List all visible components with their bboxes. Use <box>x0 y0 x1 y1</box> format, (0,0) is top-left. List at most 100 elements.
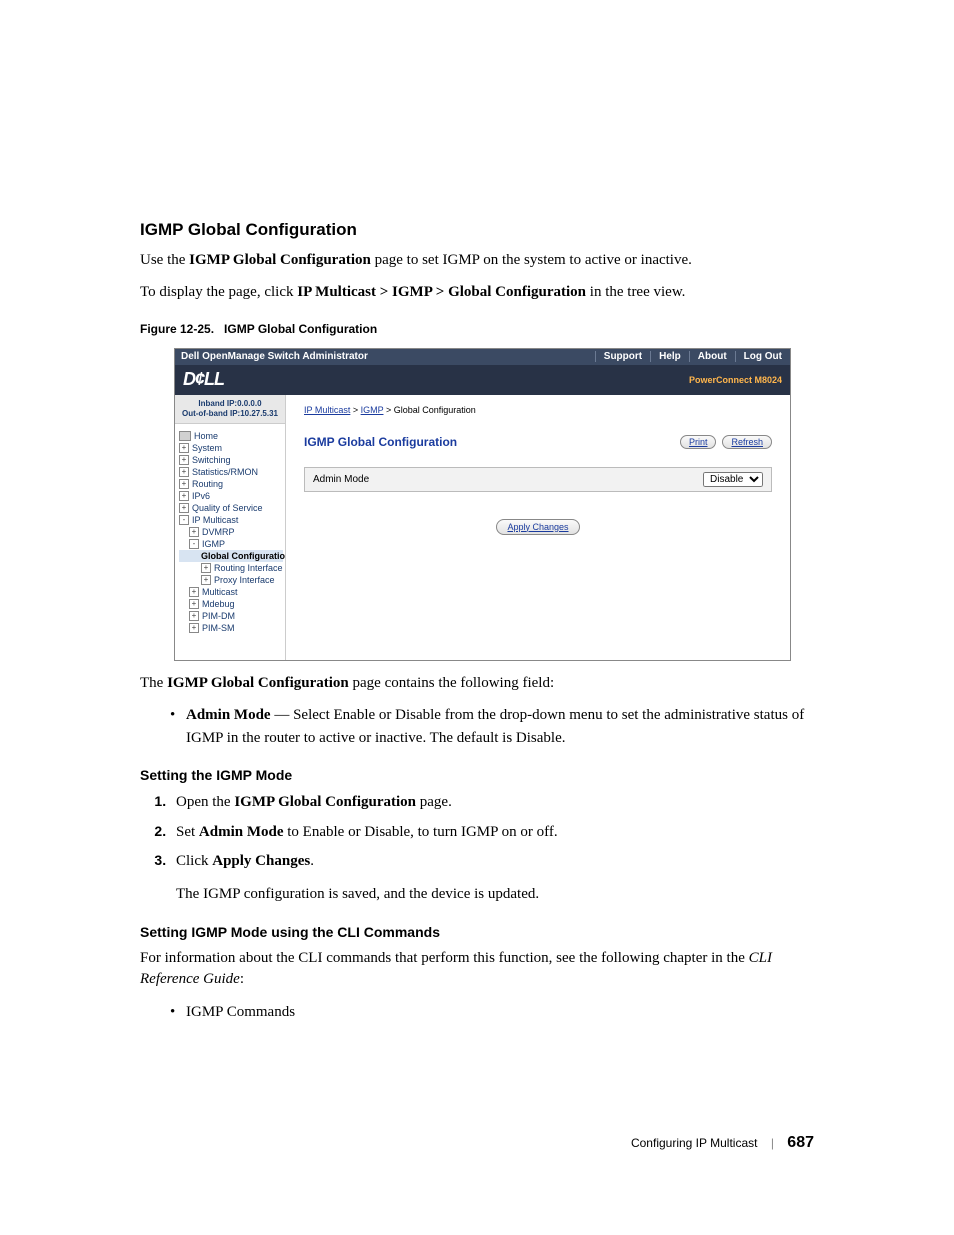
cli-bullet: IGMP Commands <box>170 1001 814 1024</box>
sidebar: Inband IP:0.0.0.0 Out-of-band IP:10.27.5… <box>175 395 286 660</box>
page-number: 687 <box>787 1134 814 1151</box>
t: page contains the following field: <box>349 675 554 691</box>
collapse-icon: - <box>179 515 189 525</box>
expand-icon: + <box>189 599 199 609</box>
lbl: Routing Interface <box>214 563 283 573</box>
t: to Enable or Disable, to turn IGMP on or… <box>284 824 558 840</box>
lbl: Proxy Interface <box>214 575 275 585</box>
tree-stats[interactable]: +Statistics/RMON <box>179 466 283 478</box>
app-titlebar: Dell OpenManage Switch Administrator Sup… <box>175 349 790 365</box>
tree-mdebug[interactable]: +Mdebug <box>179 598 283 610</box>
brand-bar: D¢LL PowerConnect M8024 <box>175 365 790 395</box>
t-bold: IGMP Global Configuration <box>189 252 371 268</box>
dell-logo: D¢LL <box>183 369 224 390</box>
figure-title: IGMP Global Configuration <box>224 322 377 336</box>
tree-dvmrp[interactable]: +DVMRP <box>179 526 283 538</box>
after-fig-line: The IGMP Global Configuration page conta… <box>140 673 814 695</box>
expand-icon: + <box>201 563 211 573</box>
admin-mode-select[interactable]: Disable <box>703 472 763 487</box>
expand-icon: + <box>179 467 189 477</box>
step-3: Click Apply Changes. <box>170 850 814 873</box>
t: Click <box>176 853 212 869</box>
tree-ipv6[interactable]: +IPv6 <box>179 490 283 502</box>
expand-icon: + <box>179 455 189 465</box>
t: For information about the CLI commands t… <box>140 950 749 966</box>
breadcrumb: IP Multicast > IGMP > Global Configurati… <box>304 405 772 415</box>
admin-mode-row: Admin Mode Disable <box>304 467 772 492</box>
lbl: Routing <box>192 479 223 489</box>
tree-pimdm[interactable]: +PIM-DM <box>179 610 283 622</box>
tree-igmp[interactable]: -IGMP <box>179 538 283 550</box>
intro-1: Use the IGMP Global Configuration page t… <box>140 250 814 272</box>
screenshot: Dell OpenManage Switch Administrator Sup… <box>174 348 791 661</box>
tree-routing[interactable]: +Routing <box>179 478 283 490</box>
tree-switching[interactable]: +Switching <box>179 454 283 466</box>
footer-section: Configuring IP Multicast <box>631 1136 758 1150</box>
apply-changes-button[interactable]: Apply Changes <box>496 519 579 535</box>
step-2: Set Admin Mode to Enable or Disable, to … <box>170 821 814 844</box>
collapse-icon: - <box>189 539 199 549</box>
tree-ip-multicast[interactable]: -IP Multicast <box>179 514 283 526</box>
lbl: Multicast <box>202 587 238 597</box>
lbl: Mdebug <box>202 599 235 609</box>
footer-sep: | <box>761 1136 784 1150</box>
app-title: Dell OpenManage Switch Administrator <box>175 351 595 362</box>
tree-proxy-iface[interactable]: +Proxy Interface <box>179 574 283 586</box>
sep: > <box>383 405 393 415</box>
lbl: DVMRP <box>202 527 235 537</box>
t: page to set IGMP on the system to active… <box>371 252 692 268</box>
t: Set <box>176 824 199 840</box>
link-about[interactable]: About <box>689 351 735 362</box>
tree-global-config[interactable]: Global Configuratio <box>179 550 283 562</box>
step-3-note: The IGMP configuration is saved, and the… <box>176 883 814 906</box>
home-icon <box>179 431 191 441</box>
lbl: PIM-DM <box>202 611 235 621</box>
print-button[interactable]: Print <box>680 435 717 449</box>
t: . <box>310 853 314 869</box>
tree-multicast[interactable]: +Multicast <box>179 586 283 598</box>
expand-icon: + <box>201 575 211 585</box>
setting-igmp-heading: Setting the IGMP Mode <box>140 767 814 783</box>
model-label: PowerConnect M8024 <box>689 375 782 385</box>
tree-system[interactable]: +System <box>179 442 283 454</box>
lbl: Switching <box>192 455 231 465</box>
bullet-rest: — Select Enable or Disable from the drop… <box>186 707 804 746</box>
tree-pimsm[interactable]: +PIM-SM <box>179 622 283 634</box>
step-1: Open the IGMP Global Configuration page. <box>170 791 814 814</box>
refresh-button[interactable]: Refresh <box>722 435 772 449</box>
t-bold: IGMP Global Configuration <box>167 675 349 691</box>
link-logout[interactable]: Log Out <box>735 351 790 362</box>
figure-number: Figure 12-25. <box>140 322 214 336</box>
page-footer: Configuring IP Multicast | 687 <box>140 1134 814 1152</box>
link-help[interactable]: Help <box>650 351 689 362</box>
expand-icon: + <box>189 527 199 537</box>
lbl: IPv6 <box>192 491 210 501</box>
tree-routing-iface[interactable]: +Routing Interface <box>179 562 283 574</box>
tree-qos[interactable]: +Quality of Service <box>179 502 283 514</box>
t-bold: IP Multicast > IGMP > Global Configurati… <box>297 284 586 300</box>
t: in the tree view. <box>586 284 685 300</box>
lbl: IP Multicast <box>192 515 238 525</box>
t: : <box>240 971 244 987</box>
t: page. <box>416 794 452 810</box>
lbl: Quality of Service <box>192 503 263 513</box>
expand-icon: + <box>189 611 199 621</box>
link-support[interactable]: Support <box>595 351 650 362</box>
t: To display the page, click <box>140 284 297 300</box>
section-title: IGMP Global Configuration <box>140 220 814 240</box>
inband-ip: Inband IP:0.0.0.0 <box>177 399 283 409</box>
admin-mode-label: Admin Mode <box>313 474 703 485</box>
bullet-admin-mode: Admin Mode — Select Enable or Disable fr… <box>170 704 814 749</box>
t-bold: IGMP Global Configuration <box>234 794 416 810</box>
tree-home[interactable]: Home <box>179 430 283 442</box>
expand-icon: + <box>189 587 199 597</box>
panel-title: IGMP Global Configuration <box>304 435 674 449</box>
expand-icon: + <box>179 503 189 513</box>
crumb-ipm[interactable]: IP Multicast <box>304 405 350 415</box>
lbl: IGMP <box>202 539 225 549</box>
oob-ip: Out-of-band IP:10.27.5.31 <box>177 409 283 419</box>
crumb-igmp[interactable]: IGMP <box>361 405 384 415</box>
expand-icon: + <box>179 443 189 453</box>
cli-heading: Setting IGMP Mode using the CLI Commands <box>140 924 814 940</box>
expand-icon: + <box>179 479 189 489</box>
